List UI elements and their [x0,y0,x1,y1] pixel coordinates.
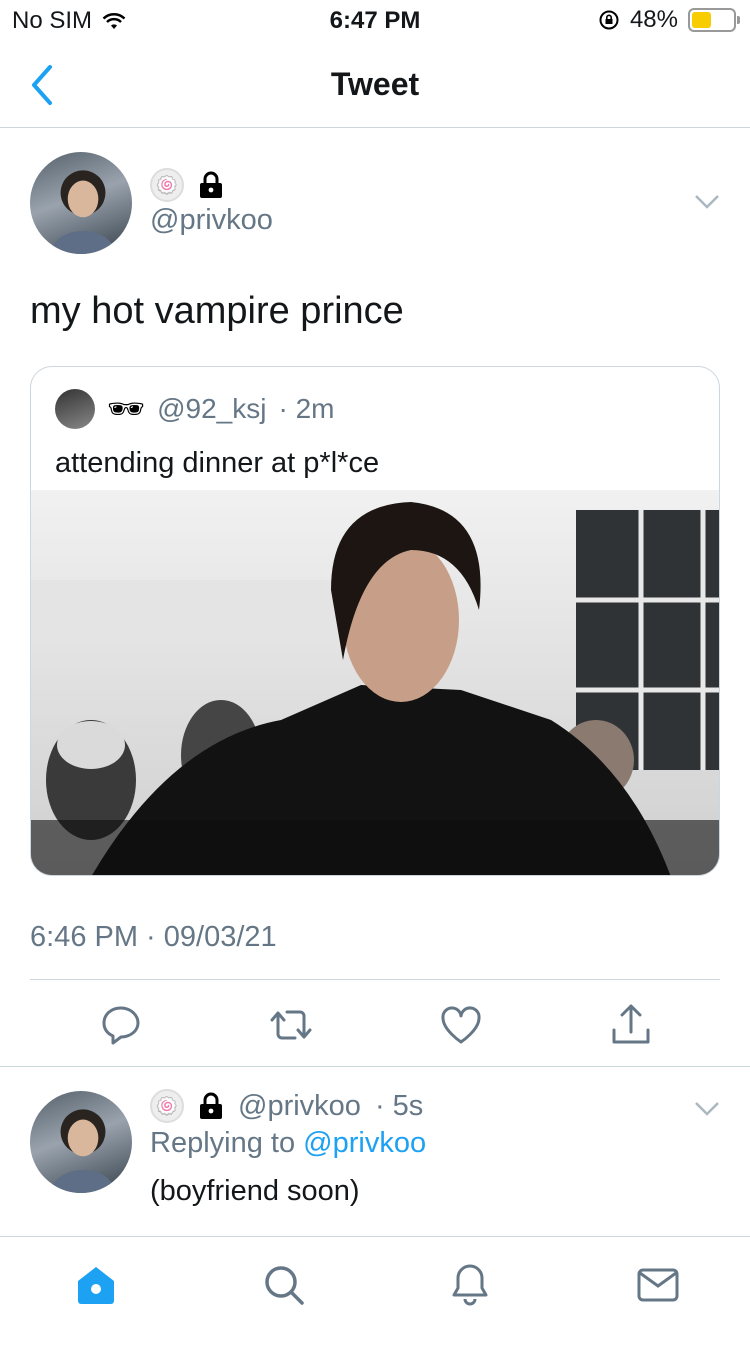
fishcake-emoji: 🍥 [150,168,184,202]
avatar-photo [50,170,116,254]
status-right: 48% [598,6,740,34]
battery-fill [692,12,712,28]
quoted-tweet-header: 🕶 @92_ksj · 2m [55,389,334,429]
messages-icon[interactable] [632,1259,684,1311]
quoted-text: attending dinner at p*l*ce [55,447,380,479]
retweet-icon[interactable] [266,1000,316,1050]
replying-prefix: Replying to [150,1127,296,1159]
reply-age: · 5s [374,1089,424,1122]
page-title: Tweet [330,66,420,102]
battery-percent: 48% [629,6,678,33]
search-icon[interactable] [258,1259,310,1311]
share-icon[interactable] [606,1000,656,1050]
reply-text: (boyfriend soon) [150,1175,360,1207]
reply-handle[interactable]: @privkoo [238,1090,361,1123]
quoted-media-image[interactable] [31,490,719,875]
reply-chevron-down-icon[interactable] [694,1101,720,1117]
nav-bar: Tweet [0,42,750,128]
media-photo [31,490,719,875]
tweet-text: my hot vampire prince [30,290,404,332]
user-badges: 🍥 [150,168,224,202]
reply-avatar-photo [50,1109,116,1193]
fishcake-emoji: 🍥 [150,1089,184,1123]
avatar[interactable] [30,152,132,254]
replying-to-link[interactable]: @privkoo [303,1127,426,1159]
quoted-tweet[interactable]: 🕶 @92_ksj · 2m attending dinner at p*l*c… [30,366,720,876]
lock-icon [200,1092,222,1119]
orientation-lock-icon [599,10,619,30]
status-bar: No SIM 6:47 PM 48% [0,0,750,40]
quoted-handle: @92_ksj [157,393,267,424]
reply-header: 🍥 @privkoo · 5s [150,1089,423,1123]
home-icon[interactable] [70,1259,122,1311]
tab-bar [0,1236,750,1334]
notifications-icon[interactable] [444,1259,496,1311]
heart-icon[interactable] [436,1000,486,1050]
tweet-timestamp: 6:46 PM · 09/03/21 [30,921,277,953]
reply-icon[interactable] [96,1000,146,1050]
sunglasses-emoji: 🕶 [107,392,146,426]
tweet-actions [0,1000,750,1066]
battery-icon [688,8,740,32]
quoted-avatar [55,389,95,429]
username-handle[interactable]: @privkoo [150,204,273,237]
lock-icon [200,171,222,198]
chevron-down-icon[interactable] [694,194,720,210]
divider [30,979,720,980]
replying-to: Replying to @privkoo [150,1127,426,1160]
quoted-age: · 2m [278,393,335,424]
reply-avatar[interactable] [30,1091,132,1193]
